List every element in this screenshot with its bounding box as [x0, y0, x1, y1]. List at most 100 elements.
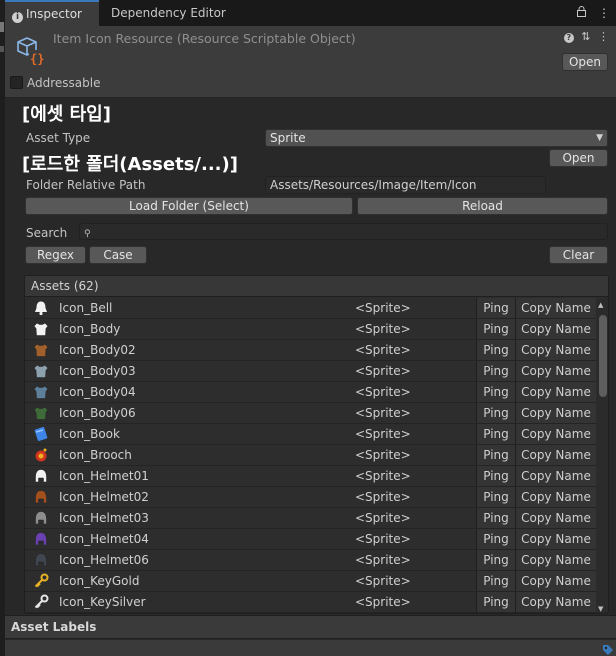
loaded-folder-heading: [로드한 폴더(Assets/...)]: [22, 154, 238, 175]
load-folder-button[interactable]: Load Folder (Select): [25, 197, 353, 215]
edge-handle: [0, 46, 4, 52]
ping-button[interactable]: Ping: [476, 319, 515, 339]
open-button[interactable]: Open: [562, 53, 608, 71]
key-icon: [34, 573, 49, 588]
asset-row[interactable]: Icon_Body06 <Sprite> Ping Copy Name: [25, 403, 596, 424]
copy-name-button[interactable]: Copy Name: [515, 445, 596, 465]
tab-bar: i Inspector Dependency Editor ⋮: [5, 0, 616, 26]
asset-type: <Sprite>: [355, 553, 411, 567]
regex-toggle[interactable]: Regex: [25, 246, 86, 264]
left-panel-edge: [0, 0, 5, 656]
asset-row[interactable]: Icon_Bell <Sprite> Ping Copy Name: [25, 298, 596, 319]
ping-button[interactable]: Ping: [476, 382, 515, 402]
label-tag-icon[interactable]: [602, 644, 614, 656]
asset-row[interactable]: Icon_Body02 <Sprite> Ping Copy Name: [25, 340, 596, 361]
ping-button[interactable]: Ping: [476, 445, 515, 465]
addressable-checkbox[interactable]: [10, 76, 23, 89]
ping-button[interactable]: Ping: [476, 340, 515, 360]
copy-name-button[interactable]: Copy Name: [515, 361, 596, 381]
scrollbar-thumb[interactable]: [599, 315, 607, 397]
folder-path-field[interactable]: Assets/Resources/Image/Item/Icon: [265, 176, 546, 194]
ping-button[interactable]: Ping: [476, 592, 515, 612]
copy-name-button[interactable]: Copy Name: [515, 529, 596, 549]
ping-button[interactable]: Ping: [476, 571, 515, 591]
asset-name: Icon_Body: [59, 322, 121, 336]
ping-button[interactable]: Ping: [476, 424, 515, 444]
asset-row[interactable]: Icon_Helmet06 <Sprite> Ping Copy Name: [25, 550, 596, 571]
open-folder-button[interactable]: Open: [549, 149, 608, 167]
copy-name-button[interactable]: Copy Name: [515, 466, 596, 486]
case-toggle[interactable]: Case: [89, 246, 147, 264]
asset-type: <Sprite>: [355, 322, 411, 336]
copy-name-button[interactable]: Copy Name: [515, 571, 596, 591]
asset-row[interactable]: Icon_Body03 <Sprite> Ping Copy Name: [25, 361, 596, 382]
ping-button[interactable]: Ping: [476, 361, 515, 381]
ping-button[interactable]: Ping: [476, 529, 515, 549]
ping-button[interactable]: Ping: [476, 550, 515, 570]
asset-type: <Sprite>: [355, 490, 411, 504]
ping-button[interactable]: Ping: [476, 487, 515, 507]
key-icon: [34, 594, 49, 609]
asset-name: Icon_Helmet01: [59, 469, 149, 483]
helmet-icon: [35, 553, 47, 567]
search-label: Search: [26, 226, 68, 240]
scroll-up-icon[interactable]: ▲: [598, 301, 603, 309]
copy-name-button[interactable]: Copy Name: [515, 298, 596, 318]
copy-name-button[interactable]: Copy Name: [515, 403, 596, 423]
asset-row[interactable]: Icon_Helmet02 <Sprite> Ping Copy Name: [25, 487, 596, 508]
asset-type: <Sprite>: [355, 301, 411, 315]
asset-row[interactable]: Icon_Book <Sprite> Ping Copy Name: [25, 424, 596, 445]
asset-row[interactable]: Icon_KeySilver <Sprite> Ping Copy Name: [25, 592, 596, 613]
asset-row[interactable]: Icon_Helmet04 <Sprite> Ping Copy Name: [25, 529, 596, 550]
clear-button[interactable]: Clear: [549, 246, 608, 264]
ping-button[interactable]: Ping: [476, 298, 515, 318]
scroll-down-icon[interactable]: ▼: [598, 605, 603, 613]
asset-row[interactable]: Icon_Helmet01 <Sprite> Ping Copy Name: [25, 466, 596, 487]
asset-row[interactable]: Icon_Body04 <Sprite> Ping Copy Name: [25, 382, 596, 403]
more-options-icon[interactable]: ⋮: [598, 30, 609, 43]
copy-name-button[interactable]: Copy Name: [515, 550, 596, 570]
inspector-header: {} Item Icon Resource (Resource Scriptab…: [5, 26, 616, 98]
tab-dependency-editor[interactable]: Dependency Editor: [103, 0, 229, 26]
lock-icon[interactable]: [577, 6, 590, 20]
copy-name-button[interactable]: Copy Name: [515, 340, 596, 360]
helmet-icon: [35, 469, 47, 483]
asset-row[interactable]: Icon_Helmet03 <Sprite> Ping Copy Name: [25, 508, 596, 529]
copy-name-button[interactable]: Copy Name: [515, 592, 596, 612]
info-icon: i: [12, 12, 23, 23]
asset-name: Icon_KeySilver: [59, 595, 146, 609]
asset-labels-title: Asset Labels: [11, 620, 97, 634]
helmet-icon: [35, 511, 47, 525]
tab-inspector-label: Inspector: [26, 7, 82, 21]
help-icon[interactable]: ?: [563, 33, 574, 43]
ping-button[interactable]: Ping: [476, 403, 515, 423]
more-options-icon[interactable]: ⋮: [598, 6, 610, 20]
reload-button[interactable]: Reload: [357, 197, 608, 215]
copy-name-button[interactable]: Copy Name: [515, 508, 596, 528]
asset-type-label: Asset Type: [26, 131, 91, 145]
helmet-icon: [35, 490, 47, 504]
asset-labels-bar[interactable]: Asset Labels: [5, 615, 616, 639]
bell-icon: [35, 301, 47, 316]
ping-button[interactable]: Ping: [476, 466, 515, 486]
assets-scrollbar[interactable]: ▲ ▼: [596, 298, 608, 613]
asset-name: Icon_Helmet04: [59, 532, 149, 546]
asset-name: Icon_KeyGold: [59, 574, 140, 588]
preset-icon[interactable]: ⇅: [581, 30, 590, 43]
asset-type-heading: [에셋 타입]: [22, 104, 111, 125]
copy-name-button[interactable]: Copy Name: [515, 424, 596, 444]
asset-type-dropdown[interactable]: Sprite ▼: [265, 129, 608, 147]
asset-row[interactable]: Icon_Body <Sprite> Ping Copy Name: [25, 319, 596, 340]
dropdown-arrow-icon: ▼: [596, 133, 603, 143]
search-input[interactable]: ⚲: [79, 223, 608, 240]
copy-name-button[interactable]: Copy Name: [515, 382, 596, 402]
tab-inspector[interactable]: i Inspector: [5, 0, 99, 26]
copy-name-button[interactable]: Copy Name: [515, 319, 596, 339]
asset-row[interactable]: Icon_KeyGold <Sprite> Ping Copy Name: [25, 571, 596, 592]
asset-row[interactable]: Icon_Brooch <Sprite> Ping Copy Name: [25, 445, 596, 466]
asset-type: <Sprite>: [355, 406, 411, 420]
ping-button[interactable]: Ping: [476, 508, 515, 528]
asset-type: <Sprite>: [355, 385, 411, 399]
copy-name-button[interactable]: Copy Name: [515, 487, 596, 507]
asset-labels-area: [5, 640, 616, 656]
